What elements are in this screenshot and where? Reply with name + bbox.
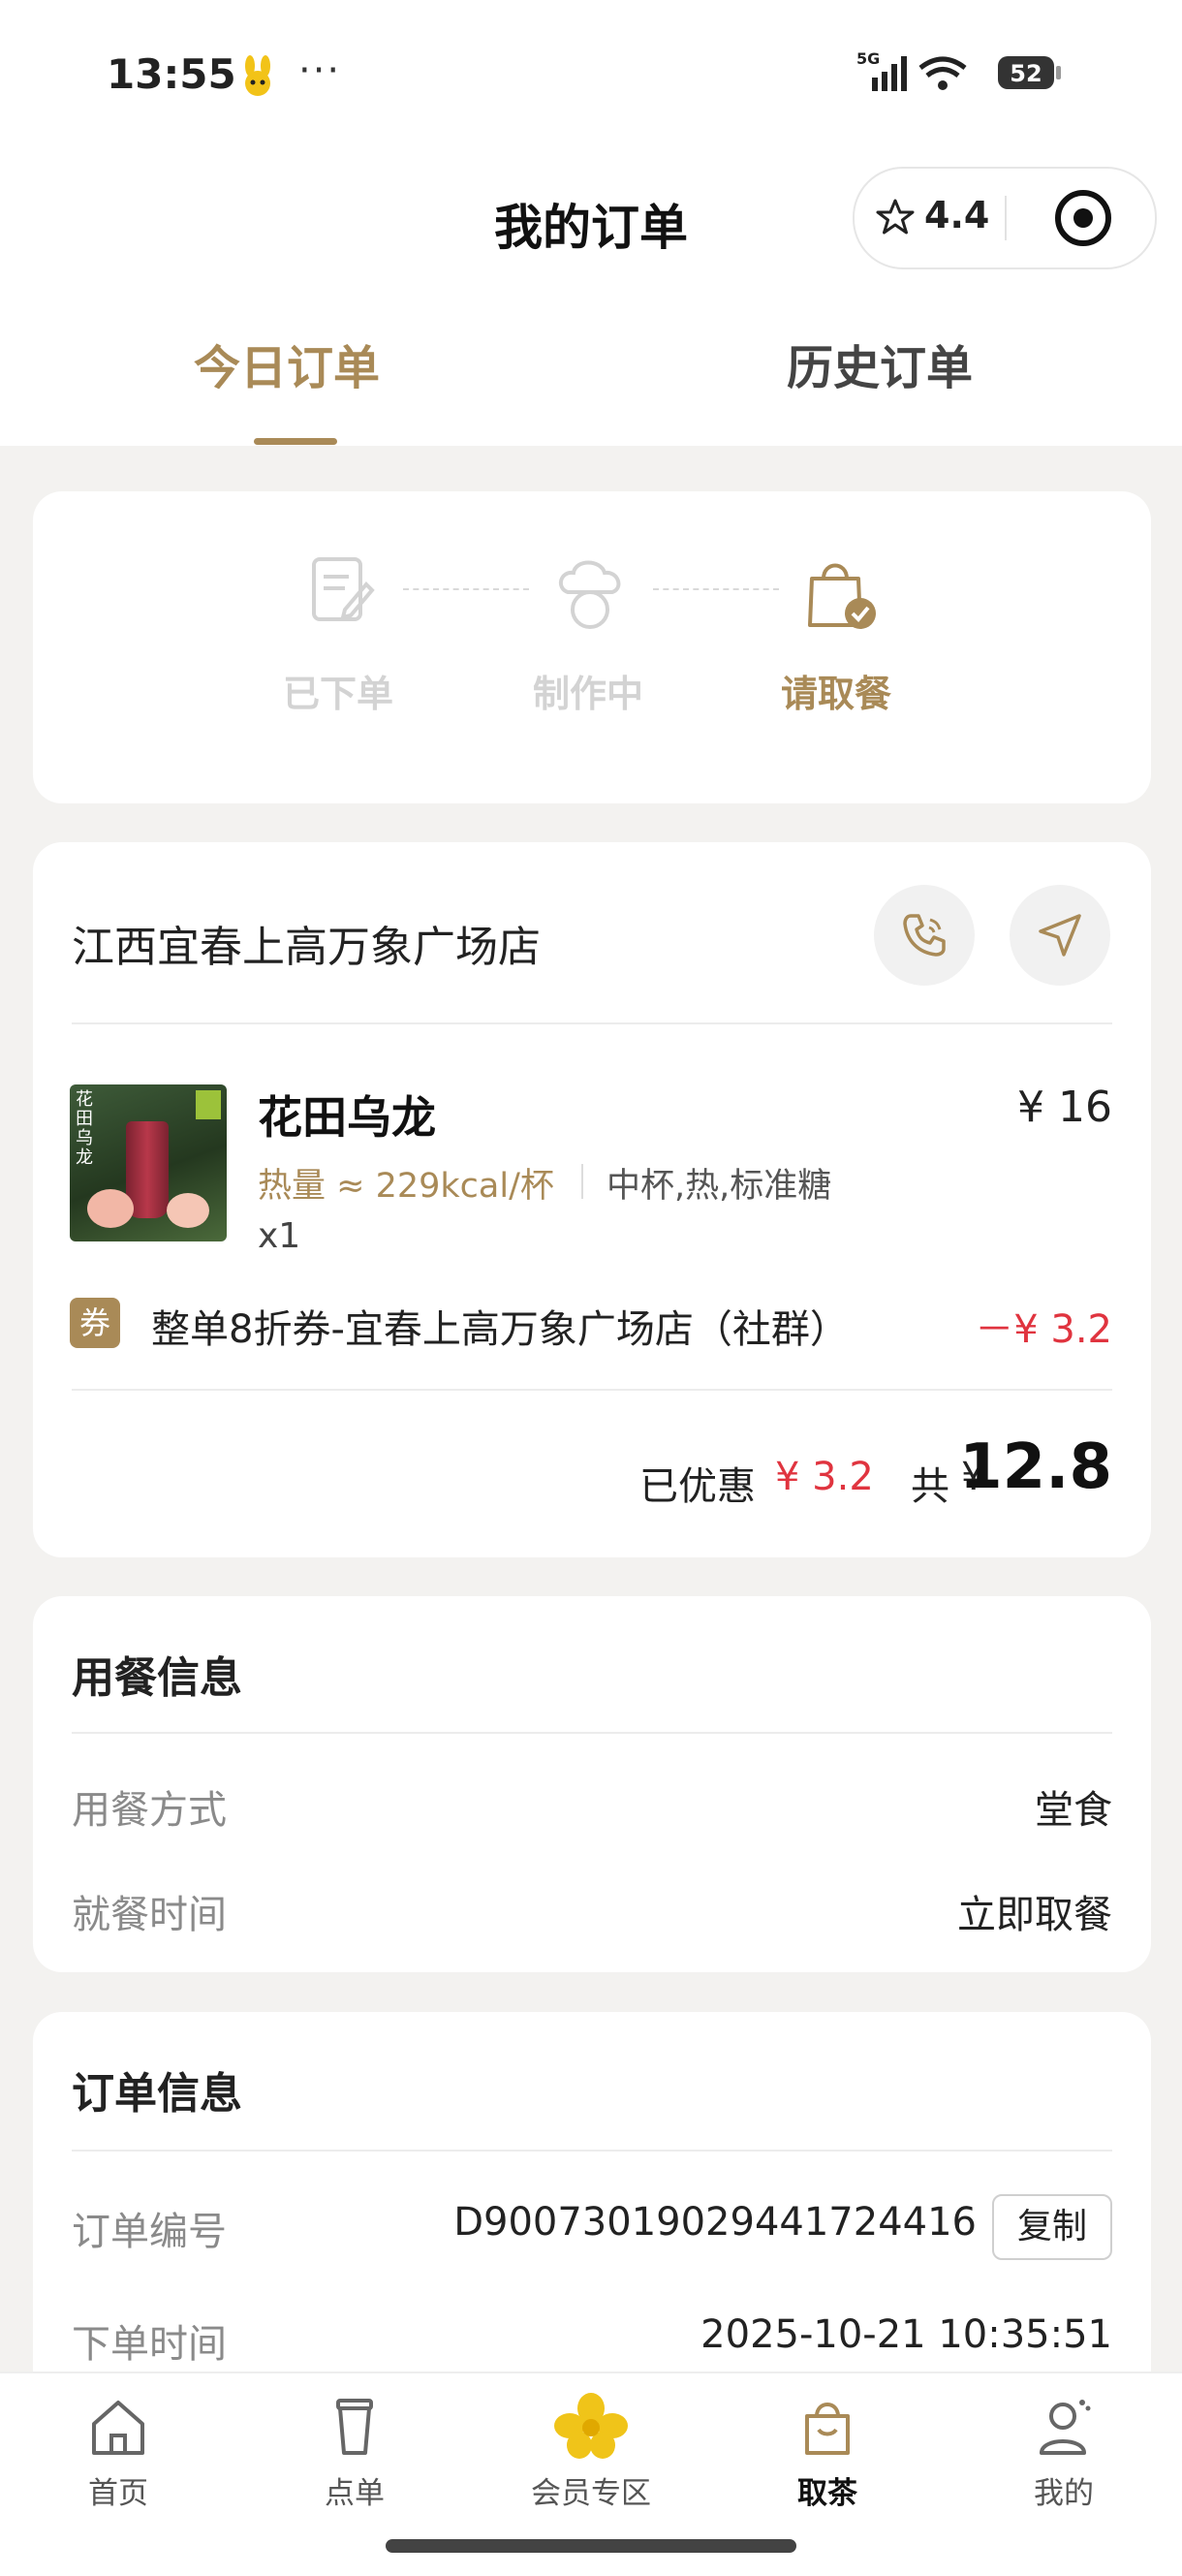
order-time: 2025-10-21 10:35:51 xyxy=(700,2312,1112,2357)
dining-mode-value: 堂食 xyxy=(1035,1788,1112,1833)
product-quantity: x1 xyxy=(258,1216,301,1256)
navigate-store-button[interactable] xyxy=(1010,885,1110,986)
status-more: ··· xyxy=(298,48,342,93)
network-label: 5G xyxy=(856,49,880,68)
home-indicator[interactable] xyxy=(386,2539,796,2553)
discount-label: 已优惠 xyxy=(639,1464,756,1509)
coupon-name: 整单8折券-宜春上高万象广场店（社群） xyxy=(151,1307,849,1352)
product-calories: 热量 ≈ 229kcal/杯 xyxy=(258,1167,554,1206)
rating-value: 4.4 xyxy=(924,194,990,236)
spec-separator xyxy=(581,1164,583,1199)
home-icon xyxy=(92,2401,144,2455)
step-label-making: 制作中 xyxy=(533,673,644,715)
divider xyxy=(72,1022,1112,1024)
store-name: 江西宜春上高万象广场店 xyxy=(72,923,541,972)
product-name: 花田乌龙 xyxy=(258,1091,436,1144)
step-label-ordered: 已下单 xyxy=(283,673,394,715)
order-detail-card: 江西宜春上高万象广场店 花田乌龙 花田乌龙 ¥ 16 热量 ≈ 229kcal/… xyxy=(33,842,1151,1557)
nav-order-label: 点单 xyxy=(325,2476,385,2511)
status-bar: 13:55 ··· 5G 52 xyxy=(0,0,1182,145)
dining-time-value: 立即取餐 xyxy=(957,1893,1112,1937)
nav-home[interactable]: 首页 xyxy=(41,2393,196,2529)
nav-pickup-label: 取茶 xyxy=(797,2476,857,2511)
order-info-title: 订单信息 xyxy=(72,2069,242,2119)
coupon-amount: －¥ 3.2 xyxy=(975,1307,1112,1352)
phone-icon xyxy=(903,914,946,957)
mascot-icon xyxy=(245,55,270,96)
dining-info-card: 用餐信息 用餐方式 堂食 就餐时间 立即取餐 xyxy=(33,1596,1151,1972)
order-number: D9007301902944172441​6 xyxy=(453,2200,977,2245)
product-spec: 中杯,热,标准糖 xyxy=(607,1167,832,1206)
capsule-divider xyxy=(1005,196,1007,240)
nav-member[interactable]: 会员专区 xyxy=(513,2393,669,2529)
nav-profile-label: 我的 xyxy=(1034,2476,1094,2511)
order-info-card: 订单信息 订单编号 D9007301902944172441​6 复制 下单时间… xyxy=(33,2012,1151,2419)
bag-icon xyxy=(805,2403,850,2455)
product-image-badge xyxy=(196,1090,221,1119)
copy-order-number-button[interactable]: 复制 xyxy=(992,2194,1112,2260)
active-tab-indicator xyxy=(254,438,337,445)
tab-history-orders[interactable]: 历史订单 xyxy=(787,330,973,397)
cup-icon xyxy=(336,2399,373,2455)
order-number-label: 订单编号 xyxy=(72,2210,227,2254)
profile-icon xyxy=(1040,2400,1091,2455)
star-icon[interactable] xyxy=(876,198,915,236)
product-image-caption: 花田乌龙 xyxy=(76,1089,93,1168)
dining-time-label: 就餐时间 xyxy=(72,1893,227,1937)
call-store-button[interactable] xyxy=(874,885,975,986)
note-icon xyxy=(312,557,375,621)
chef-icon xyxy=(558,560,621,629)
progress-connector xyxy=(403,588,529,590)
divider xyxy=(72,2150,1112,2152)
mini-program-capsule: 4.4 xyxy=(853,167,1157,269)
divider xyxy=(72,1389,1112,1391)
nav-member-label: 会员专区 xyxy=(531,2476,651,2511)
bag-check-icon xyxy=(808,563,876,629)
battery-level: 52 xyxy=(1010,60,1042,87)
progress-connector xyxy=(653,588,779,590)
product-image-peach xyxy=(87,1189,134,1228)
discount-value: ¥ 3.2 xyxy=(775,1455,874,1499)
total-amount: 12.8 xyxy=(959,1431,1112,1503)
navigation-arrow-icon xyxy=(1039,914,1081,957)
nav-order[interactable]: 点单 xyxy=(277,2393,432,2529)
nav-pickup[interactable]: 取茶 xyxy=(750,2393,905,2529)
order-progress-card: 已下单 制作中 请取餐 xyxy=(33,491,1151,803)
dining-info-title: 用餐信息 xyxy=(72,1653,242,1703)
product-image: 花田乌龙 xyxy=(70,1084,227,1241)
close-target-icon[interactable] xyxy=(1053,188,1113,248)
status-icons: 5G 52 xyxy=(856,49,1061,91)
nav-profile[interactable]: 我的 xyxy=(986,2393,1141,2529)
order-time-label: 下单时间 xyxy=(72,2322,227,2367)
status-time: 13:55 xyxy=(107,50,236,98)
nav-home-label: 首页 xyxy=(88,2476,148,2511)
divider xyxy=(72,1732,1112,1734)
product-price: ¥ 16 xyxy=(1017,1083,1112,1132)
tab-today-orders[interactable]: 今日订单 xyxy=(194,330,380,397)
dining-mode-label: 用餐方式 xyxy=(72,1788,227,1833)
step-label-pickup: 请取餐 xyxy=(781,673,892,715)
product-image-peach xyxy=(167,1193,209,1228)
flower-icon xyxy=(554,2393,628,2459)
total-label: 共 xyxy=(911,1464,949,1509)
coupon-tag: 券 xyxy=(70,1298,120,1348)
